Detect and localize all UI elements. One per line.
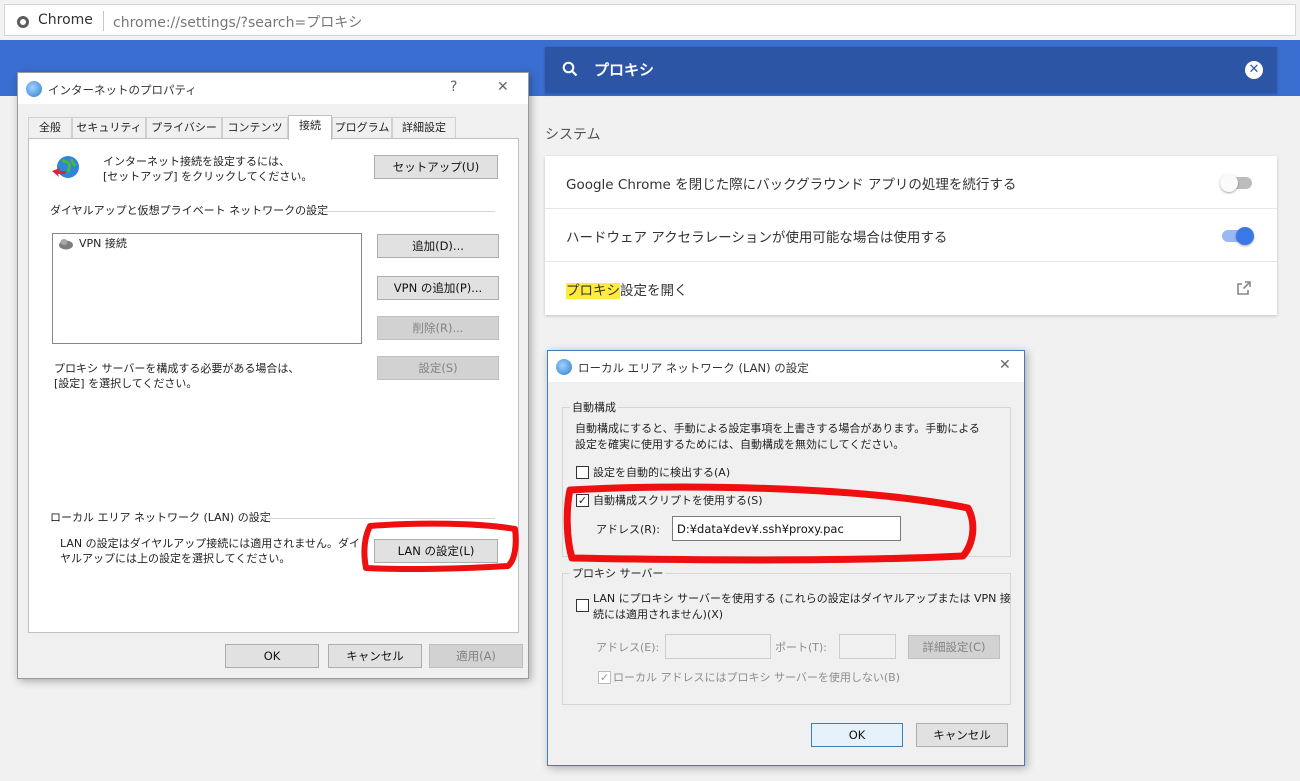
settings-card: Google Chrome を閉じた際にバックグラウンド アプリの処理を続行する… <box>545 156 1277 315</box>
apply-button[interactable]: 適用(A) <box>429 644 523 668</box>
dialup-settings-button[interactable]: 設定(S) <box>377 356 499 380</box>
use-proxy-label-1[interactable]: LAN にプロキシ サーバーを使用する (これらの設定はダイヤルアップまたは V… <box>593 591 1011 606</box>
network-globe-icon <box>52 156 79 178</box>
ok-button[interactable]: OK <box>225 644 319 668</box>
bypass-local-label[interactable]: ローカル アドレスにはプロキシ サーバーを使用しない(B) <box>613 670 900 685</box>
title-bar: インターネットのプロパティ ? ✕ <box>18 73 528 104</box>
remove-connection-button[interactable]: 削除(R)... <box>377 316 499 340</box>
section-title: システム <box>545 127 601 143</box>
cancel-button[interactable]: キャンセル <box>328 644 422 668</box>
setting-row-background-apps[interactable]: Google Chrome を閉じた際にバックグラウンド アプリの処理を続行する <box>545 156 1277 209</box>
script-address-label: アドレス(R): <box>596 523 660 536</box>
search-icon <box>562 61 578 77</box>
auto-config-group-title: 自動構成 <box>570 399 618 415</box>
lan-hint-1: LAN の設定はダイヤルアップ接続には適用されません。ダイ <box>60 537 360 550</box>
add-vpn-button[interactable]: VPN の追加(P)... <box>377 276 499 300</box>
proxy-address-input[interactable] <box>665 634 771 659</box>
browser-name: Chrome <box>38 12 93 28</box>
auto-config-desc-1: 自動構成にすると、手動による設定事項を上書きする場合があります。手動による <box>575 422 980 435</box>
add-connection-button[interactable]: 追加(D)... <box>377 234 499 258</box>
close-button[interactable]: ✕ <box>497 79 509 95</box>
ok-button[interactable]: OK <box>811 723 903 747</box>
tab-content[interactable]: コンテンツ <box>222 117 288 139</box>
dialog-title: ローカル エリア ネットワーク (LAN) の設定 <box>578 361 809 375</box>
internet-options-icon <box>556 359 572 375</box>
setting-row-open-proxy[interactable]: プロキシ設定を開く <box>545 262 1277 315</box>
vpn-icon <box>59 239 73 250</box>
port-label: ポート(T): <box>775 641 828 654</box>
tab-security[interactable]: セキュリティ <box>72 117 146 139</box>
address-bar[interactable]: Chrome chrome://settings/?search=プロキシ <box>4 4 1296 36</box>
proxy-advanced-button[interactable]: 詳細設定(C) <box>908 635 1000 659</box>
omnibox-bar: Chrome chrome://settings/?search=プロキシ <box>0 0 1300 40</box>
group-divider <box>317 211 495 212</box>
setting-label: ハードウェア アクセラレーションが使用可能な場合は使用する <box>566 230 948 246</box>
lan-hint-2: ヤルアップには上の設定を選択してください。 <box>60 552 291 565</box>
port-input[interactable] <box>839 634 896 659</box>
url-text[interactable]: chrome://settings/?search=プロキシ <box>113 12 362 32</box>
use-proxy-label-2[interactable]: 続には適用されません)(X) <box>593 607 723 622</box>
use-script-label[interactable]: 自動構成スクリプトを使用する(S) <box>593 493 763 508</box>
setting-label: Google Chrome を閉じた際にバックグラウンド アプリの処理を続行する <box>566 177 1017 193</box>
tab-programs[interactable]: プログラム <box>332 117 392 139</box>
auto-detect-label[interactable]: 設定を自動的に検出する(A) <box>593 465 730 480</box>
script-address-input[interactable]: D:¥data¥dev¥.ssh¥proxy.pac <box>672 516 901 541</box>
search-highlight: プロキシ <box>566 283 620 299</box>
tab-advanced[interactable]: 詳細設定 <box>392 117 456 139</box>
chrome-icon <box>17 16 29 28</box>
setup-text-1: インターネット接続を設定するには、 <box>103 155 290 168</box>
proxy-hint-1: プロキシ サーバーを構成する必要がある場合は、 <box>54 362 300 375</box>
auto-config-desc-2: 設定を確実に使用するためには、自動構成を無効にしてください。 <box>575 438 905 451</box>
close-button[interactable]: ✕ <box>999 357 1011 373</box>
open-proxy-settings-link[interactable]: プロキシ設定を開く <box>566 279 688 299</box>
hardware-acceleration-toggle[interactable] <box>1222 227 1254 245</box>
help-button[interactable]: ? <box>450 79 457 95</box>
vpn-connection-item[interactable]: VPN 接続 <box>79 236 127 251</box>
group-divider <box>262 518 495 519</box>
auto-detect-checkbox[interactable] <box>576 466 589 479</box>
tab-privacy[interactable]: プライバシー <box>146 117 222 139</box>
tab-general[interactable]: 全般 <box>28 117 72 139</box>
dialup-group-title: ダイヤルアップと仮想プライベート ネットワークの設定 <box>50 204 329 217</box>
tab-connections[interactable]: 接続 <box>288 115 332 140</box>
title-bar: ローカル エリア ネットワーク (LAN) の設定 ✕ <box>548 351 1024 382</box>
connection-list[interactable]: VPN 接続 <box>52 233 362 344</box>
setting-label-rest: 設定を開く <box>620 283 688 299</box>
lan-group-title: ローカル エリア ネットワーク (LAN) の設定 <box>50 511 271 524</box>
use-proxy-checkbox[interactable] <box>576 599 589 612</box>
proxy-address-label: アドレス(E): <box>596 641 660 654</box>
clear-search-icon[interactable]: ✕ <box>1245 61 1263 79</box>
internet-properties-dialog: インターネットのプロパティ ? ✕ 全般 セキュリティ プライバシー コンテンツ… <box>17 72 529 679</box>
settings-search-box[interactable]: プロキシ ✕ <box>545 47 1277 93</box>
bypass-local-checkbox[interactable]: ✓ <box>598 671 611 684</box>
use-script-checkbox[interactable]: ✓ <box>576 494 589 507</box>
divider <box>103 11 104 31</box>
external-link-icon[interactable] <box>1236 280 1252 296</box>
proxy-hint-2: [設定] を選択してください。 <box>54 377 198 390</box>
background-apps-toggle[interactable] <box>1220 174 1252 192</box>
search-query[interactable]: プロキシ <box>594 59 654 80</box>
dialog-title: インターネットのプロパティ <box>48 83 197 97</box>
lan-settings-dialog: ローカル エリア ネットワーク (LAN) の設定 ✕ 自動構成 自動構成にする… <box>547 350 1025 766</box>
connections-panel: インターネット接続を設定するには、 [セットアップ] をクリックしてください。 … <box>28 138 519 633</box>
proxy-server-group-title: プロキシ サーバー <box>570 565 666 581</box>
cancel-button[interactable]: キャンセル <box>916 723 1008 747</box>
lan-settings-button[interactable]: LAN の設定(L) <box>374 539 498 563</box>
setup-button[interactable]: セットアップ(U) <box>374 155 498 179</box>
internet-options-icon <box>26 81 42 97</box>
setting-row-hardware-acceleration[interactable]: ハードウェア アクセラレーションが使用可能な場合は使用する <box>545 209 1277 262</box>
setup-text-2: [セットアップ] をクリックしてください。 <box>103 170 313 183</box>
tab-strip: 全般 セキュリティ プライバシー コンテンツ 接続 プログラム 詳細設定 <box>28 115 518 140</box>
